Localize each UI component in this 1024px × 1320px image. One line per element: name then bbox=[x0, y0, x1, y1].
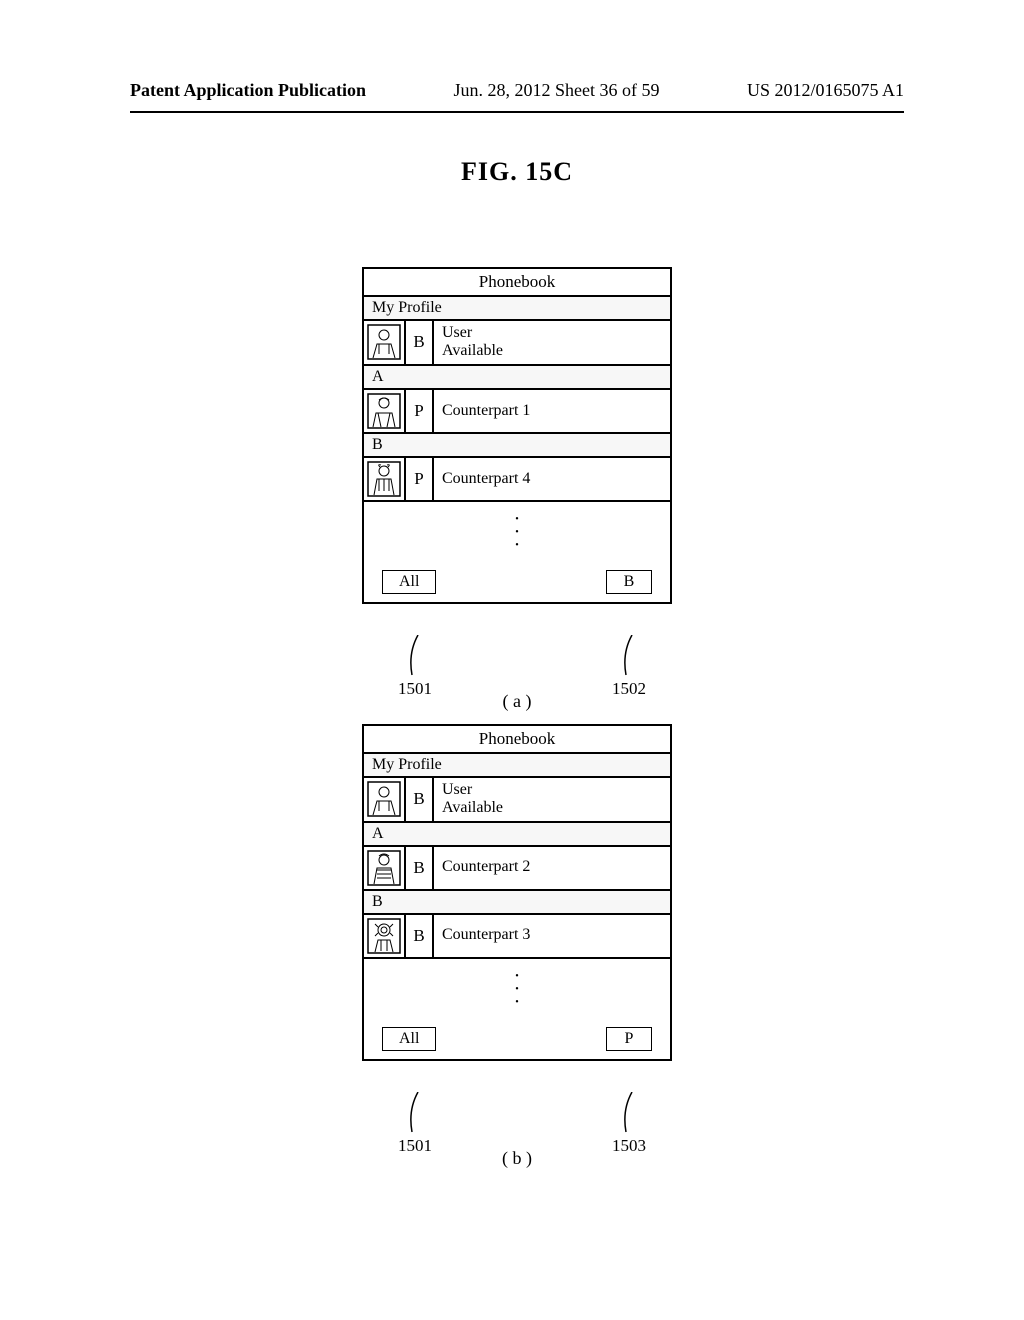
header-left: Patent Application Publication bbox=[130, 80, 366, 101]
contact-name: User bbox=[442, 781, 662, 799]
vertical-ellipsis-icon: ••• bbox=[364, 959, 670, 1021]
avatar bbox=[364, 915, 406, 957]
avatar bbox=[364, 390, 406, 432]
status-badge: B bbox=[406, 847, 434, 889]
all-button[interactable]: All bbox=[382, 570, 436, 594]
status-badge: B bbox=[406, 915, 434, 957]
contact-name: Counterpart 2 bbox=[442, 858, 662, 876]
window-title: Phonebook bbox=[364, 269, 670, 297]
header-rule bbox=[130, 111, 904, 113]
list-item[interactable]: B Counterpart 2 bbox=[364, 847, 670, 891]
section-my-profile: My Profile bbox=[364, 297, 670, 321]
list-item[interactable]: B Counterpart 3 bbox=[364, 915, 670, 959]
all-button[interactable]: All bbox=[382, 1027, 436, 1051]
filter-button[interactable]: B bbox=[606, 570, 652, 594]
status-badge: P bbox=[406, 390, 434, 432]
filter-button[interactable]: P bbox=[606, 1027, 652, 1051]
status-badge: B bbox=[406, 778, 434, 821]
window-title: Phonebook bbox=[364, 726, 670, 754]
contact-status: Available bbox=[442, 342, 662, 360]
avatar bbox=[364, 778, 406, 821]
page-header: Patent Application Publication Jun. 28, … bbox=[130, 80, 904, 107]
section-letter: B bbox=[364, 891, 670, 915]
contact-name: Counterpart 4 bbox=[442, 470, 662, 488]
vertical-ellipsis-icon: ••• bbox=[364, 502, 670, 564]
contact-name: User bbox=[442, 324, 662, 342]
reference-callout: 1503 bbox=[612, 1092, 646, 1156]
avatar bbox=[364, 321, 406, 364]
status-badge: P bbox=[406, 458, 434, 500]
section-my-profile: My Profile bbox=[364, 754, 670, 778]
status-badge: B bbox=[406, 321, 434, 364]
subfigure-label: ( b ) bbox=[362, 1148, 672, 1169]
contact-status: Available bbox=[442, 799, 662, 817]
contact-name: Counterpart 1 bbox=[442, 402, 662, 420]
avatar bbox=[364, 458, 406, 500]
section-letter: B bbox=[364, 434, 670, 458]
header-mid: Jun. 28, 2012 Sheet 36 of 59 bbox=[454, 80, 660, 101]
subfigure-label: ( a ) bbox=[362, 691, 672, 712]
avatar bbox=[364, 847, 406, 889]
contact-name: Counterpart 3 bbox=[442, 926, 662, 944]
reference-callout: 1501 bbox=[398, 1092, 432, 1156]
list-item[interactable]: B User Available bbox=[364, 778, 670, 823]
reference-callout: 1501 bbox=[398, 635, 432, 699]
list-item[interactable]: P Counterpart 1 bbox=[364, 390, 670, 434]
phonebook-screen-b: Phonebook My Profile B User Available A bbox=[362, 724, 672, 1061]
list-item[interactable]: B User Available bbox=[364, 321, 670, 366]
figure-title: FIG. 15C bbox=[130, 157, 904, 187]
header-right: US 2012/0165075 A1 bbox=[747, 80, 904, 101]
phonebook-screen-a: Phonebook My Profile B User Available A bbox=[362, 267, 672, 604]
section-letter: A bbox=[364, 366, 670, 390]
list-item[interactable]: P Counterpart 4 bbox=[364, 458, 670, 502]
section-letter: A bbox=[364, 823, 670, 847]
reference-callout: 1502 bbox=[612, 635, 646, 699]
